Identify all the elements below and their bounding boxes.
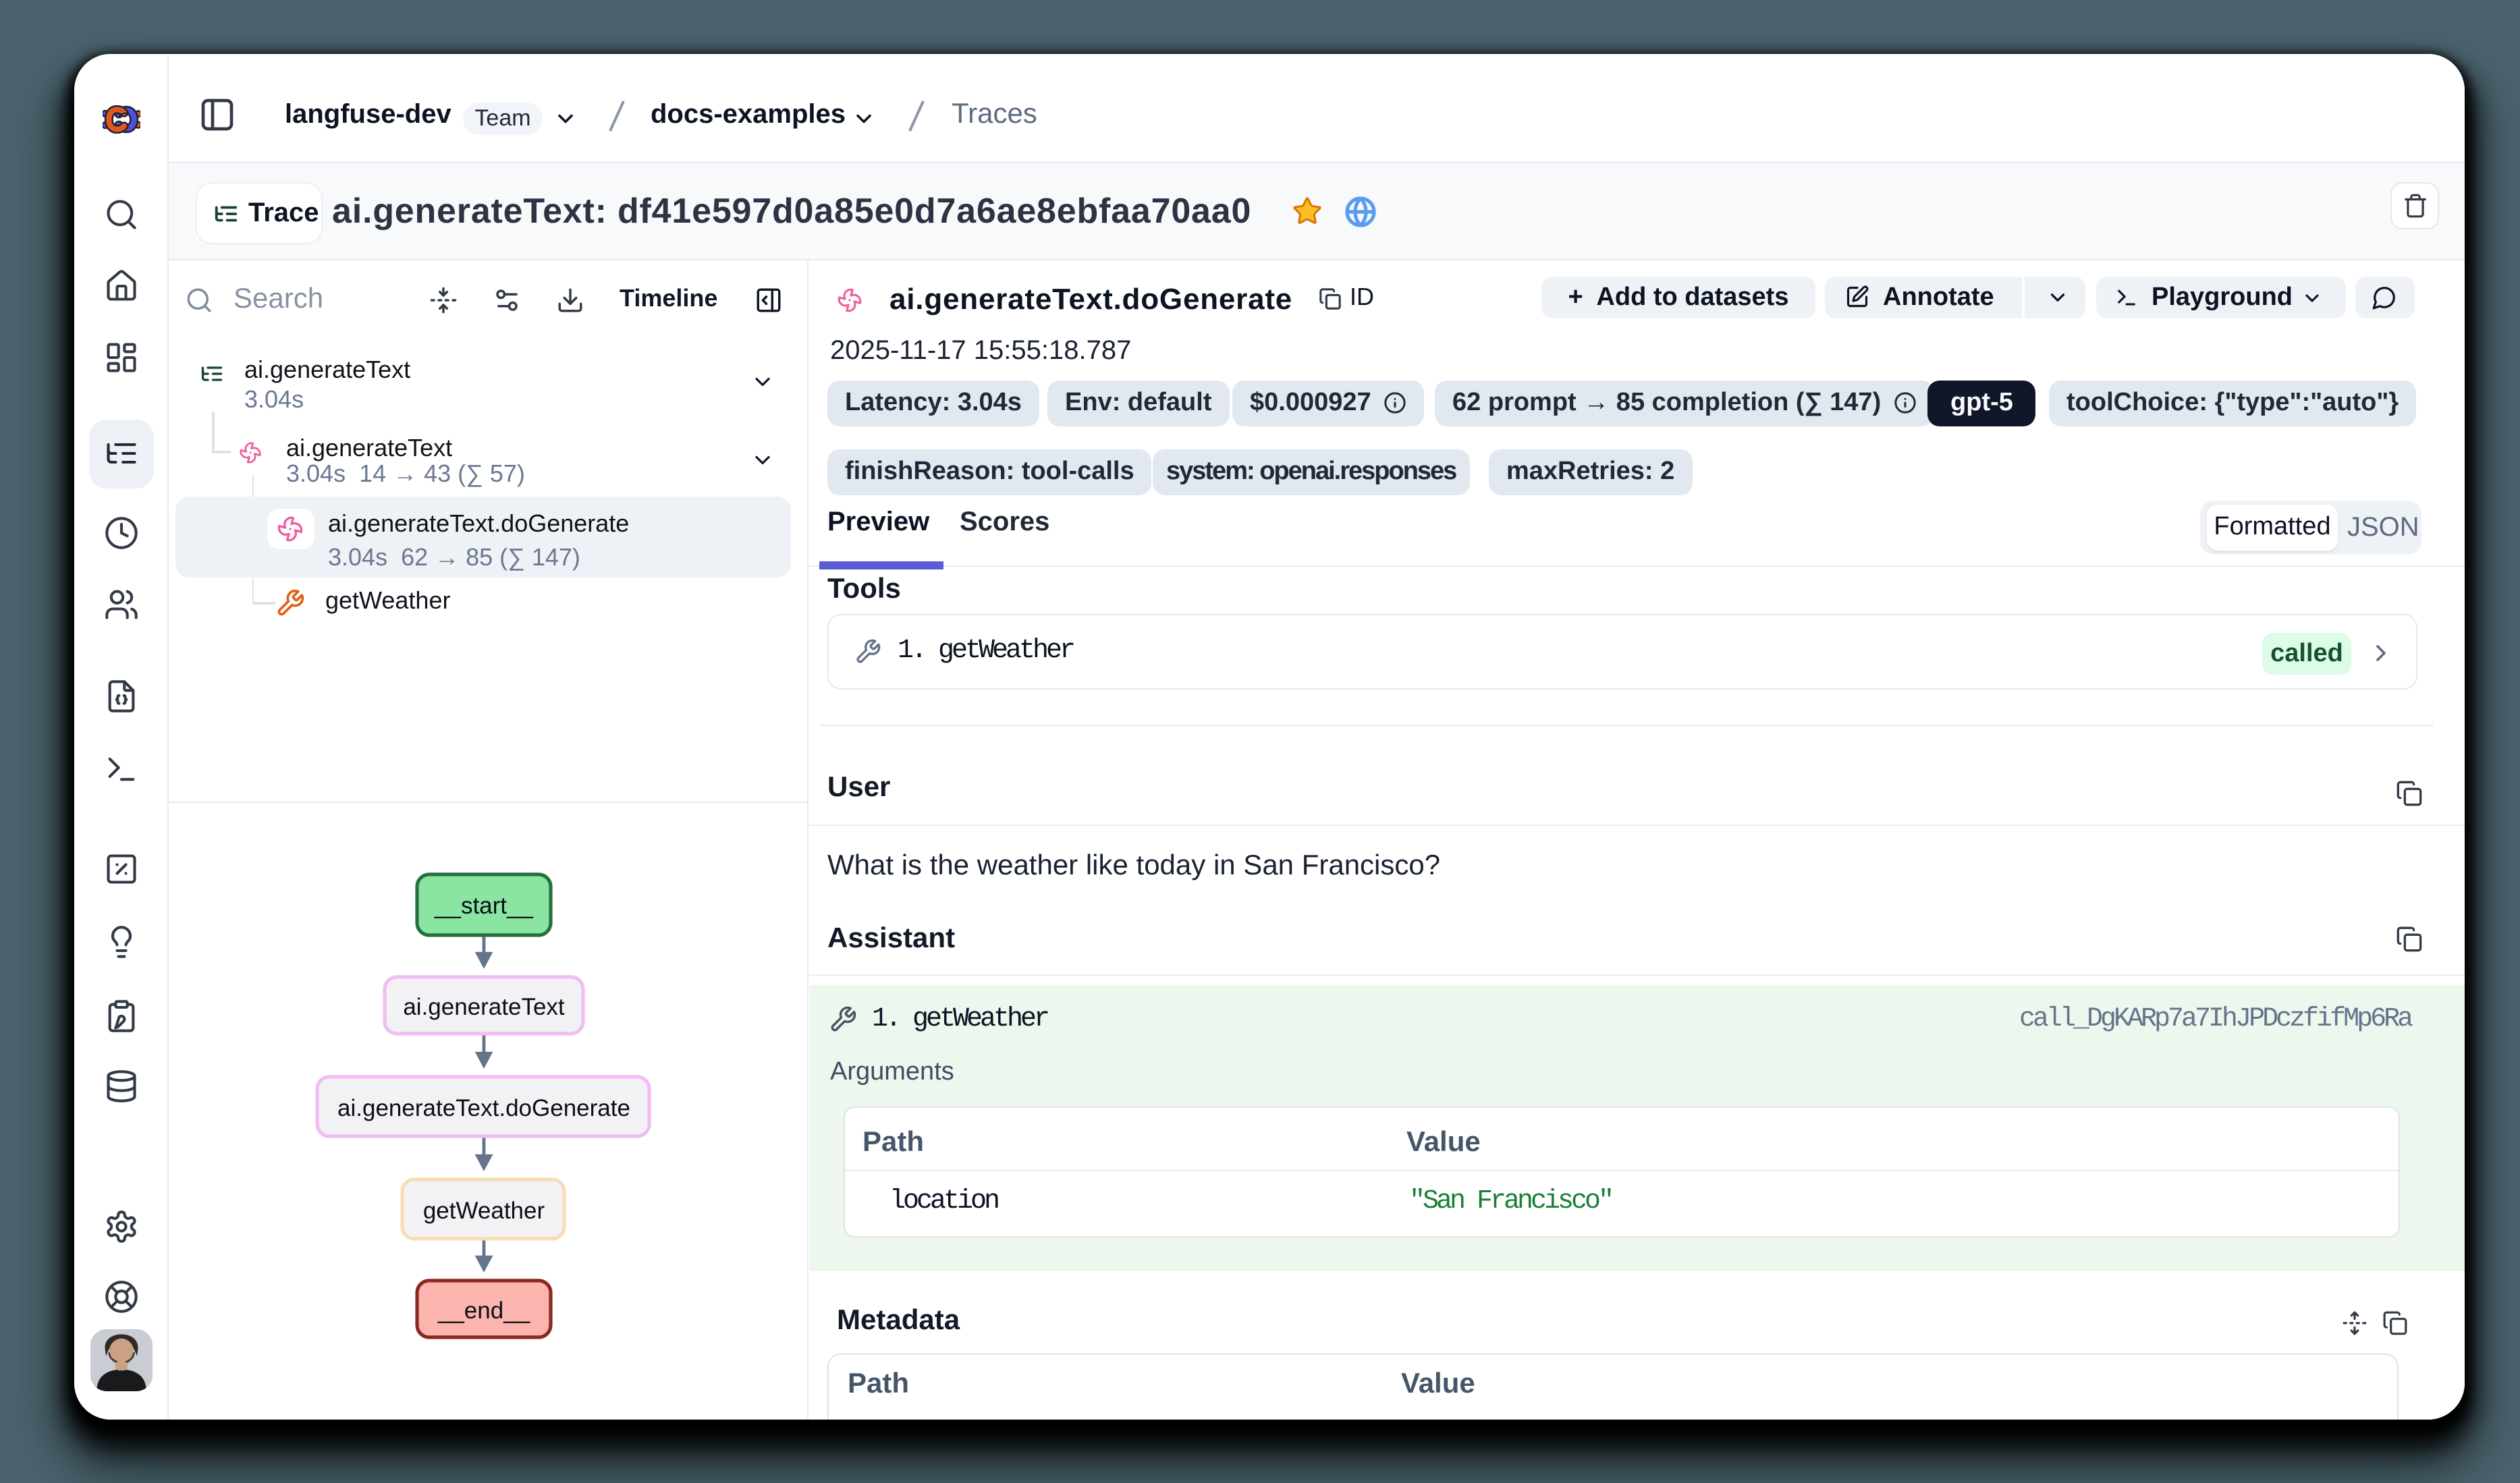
svg-text:ai.generateText.doGenerate: ai.generateText.doGenerate xyxy=(337,1095,630,1121)
svg-text:__end__: __end__ xyxy=(437,1297,530,1324)
svg-text:__start__: __start__ xyxy=(434,893,533,919)
svg-text:ai.generateText: ai.generateText xyxy=(403,994,565,1020)
svg-text:getWeather: getWeather xyxy=(423,1198,545,1224)
